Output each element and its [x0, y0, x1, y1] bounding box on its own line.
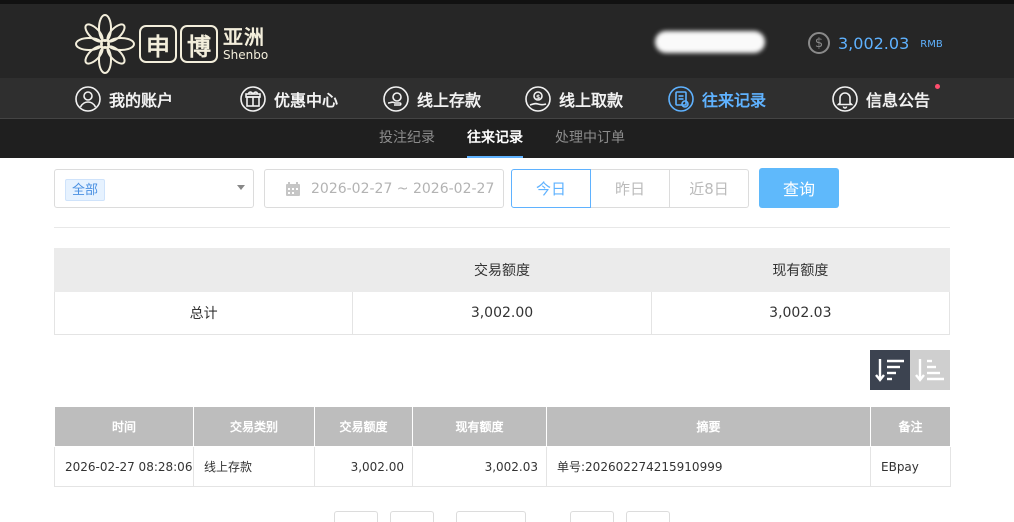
sort-descending-button[interactable] [870, 350, 910, 390]
top-header: 申 博 亚洲 Shenbo $ 3,002.03 RMB [0, 0, 1014, 78]
records-header-row: 时间 交易类别 交易额度 现有额度 摘要 备注 [54, 406, 951, 447]
header-time: 时间 [54, 406, 194, 447]
cell-summary: 单号:202602274215910999 [546, 446, 871, 487]
dollar-coin-icon: $ [808, 32, 830, 54]
gift-icon [240, 85, 266, 112]
records-icon [668, 85, 694, 112]
subtab-transactions[interactable]: 往来记录 [467, 119, 523, 158]
cell-balance: 3,002.03 [412, 446, 547, 487]
brand-logo[interactable]: 申 博 亚洲 Shenbo [74, 12, 268, 76]
sort-ascending-button[interactable] [910, 350, 950, 390]
header-summary: 摘要 [546, 406, 871, 447]
header-remark: 备注 [870, 406, 951, 447]
cell-time: 2026-02-27 08:28:06 [54, 446, 194, 487]
nav-my-account[interactable]: 我的账户 [75, 78, 173, 119]
pager-last-button[interactable] [626, 511, 670, 522]
sort-descending-icon [875, 359, 904, 382]
pager-page-input[interactable] [456, 511, 526, 522]
notification-dot [935, 84, 941, 89]
subtab-bet-records[interactable]: 投注纪录 [379, 119, 435, 158]
svg-text:$: $ [536, 94, 540, 101]
cell-remark: EBpay [870, 446, 951, 487]
cell-amount: 3,002.00 [314, 446, 413, 487]
summary-table: 交易额度 现有额度 总计 3,002.00 3,002.03 [53, 248, 951, 335]
logo-cn-text: 亚洲 [223, 25, 265, 49]
nav-label: 信息公告 [866, 90, 931, 110]
summary-header-amount: 交易额度 [352, 248, 652, 292]
nav-withdraw[interactable]: $ 线上取款 [525, 78, 623, 119]
nav-announcements[interactable]: 信息公告 [832, 78, 941, 119]
sort-ascending-icon [915, 359, 944, 382]
summary-total-balance: 3,002.03 [650, 291, 951, 335]
caret-down-icon [237, 185, 245, 190]
table-row: 2026-02-27 08:28:06 线上存款 3,002.00 3,002.… [54, 446, 951, 487]
summary-row: 总计 3,002.00 3,002.03 [53, 291, 951, 335]
logo-char-1: 申 [139, 25, 177, 63]
summary-header-row: 交易额度 现有额度 [53, 248, 951, 292]
username-redacted [655, 31, 765, 53]
query-button[interactable]: 查询 [759, 168, 839, 208]
header-type: 交易类别 [193, 406, 315, 447]
calendar-icon [286, 181, 300, 196]
deposit-icon [383, 85, 409, 112]
sub-nav: 投注纪录 往来记录 处理中订单 [0, 119, 1014, 158]
balance-currency: RMB [920, 39, 943, 50]
selected-type-tag: 全部 [65, 179, 106, 201]
range-yesterday-button[interactable]: 昨日 [590, 169, 670, 208]
logo-wordmark: 亚洲 Shenbo [223, 27, 268, 61]
pager-first-button[interactable] [334, 511, 378, 522]
logo-en-text: Shenbo [223, 48, 269, 62]
nav-promotions[interactable]: 优惠中心 [240, 78, 338, 119]
pager-prev-button[interactable] [390, 511, 434, 522]
summary-label: 总计 [53, 291, 354, 335]
header-amount: 交易额度 [314, 406, 413, 447]
nav-label: 线上存款 [417, 90, 482, 110]
balance-amount: 3,002.03 [838, 33, 910, 53]
subtab-pending-orders[interactable]: 处理中订单 [555, 119, 625, 158]
nav-records[interactable]: 往来记录 [668, 78, 766, 119]
cell-type: 线上存款 [193, 446, 315, 487]
header-balance: 现有额度 [412, 406, 547, 447]
bell-icon [832, 85, 858, 112]
quick-range-group: 今日 昨日 近8日 [511, 169, 749, 208]
user-icon [75, 85, 101, 112]
summary-header-blank [53, 248, 354, 292]
nav-deposit[interactable]: 线上存款 [383, 78, 481, 119]
nav-label: 往来记录 [702, 90, 767, 110]
account-balance: $ 3,002.03 RMB [808, 32, 943, 54]
pager-next-button[interactable] [570, 511, 614, 522]
transaction-type-select[interactable]: 全部 [54, 169, 254, 208]
summary-header-balance: 现有额度 [650, 248, 951, 292]
withdraw-icon: $ [525, 85, 551, 112]
date-range-picker[interactable]: 2026-02-27 ~ 2026-02-27 [264, 169, 504, 208]
range-last8days-button[interactable]: 近8日 [669, 169, 749, 208]
main-nav: 我的账户 优惠中心 线上存款 $ 线上取款 往来记录 信息公告 [0, 78, 1014, 119]
nav-label: 优惠中心 [274, 90, 339, 110]
nav-label: 我的账户 [109, 90, 174, 110]
nav-label: 线上取款 [559, 90, 624, 110]
range-today-button[interactable]: 今日 [511, 169, 591, 208]
date-range-value: 2026-02-27 ~ 2026-02-27 [311, 180, 495, 197]
records-table: 时间 交易类别 交易额度 现有额度 摘要 备注 2026-02-27 08:28… [54, 406, 951, 487]
flower-logo-icon [75, 14, 135, 74]
logo-char-2: 博 [180, 25, 218, 63]
summary-total-amount: 3,002.00 [352, 291, 652, 335]
divider [54, 227, 950, 228]
